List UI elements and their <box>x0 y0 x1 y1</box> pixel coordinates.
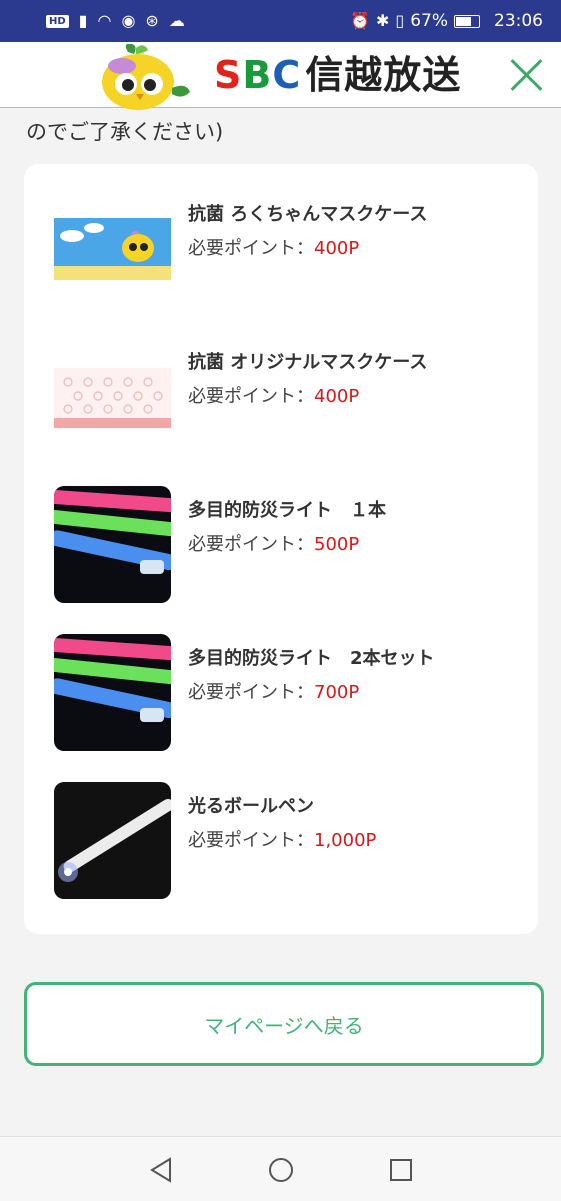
points-label: 必要ポイント： <box>188 386 314 407</box>
item-points: 必要ポイント：1,000P <box>188 826 376 852</box>
system-nav-bar <box>0 1136 561 1201</box>
app-header: SBC 信越放送 <box>0 42 561 110</box>
item-image <box>54 634 171 751</box>
item-name: 抗菌 オリジナルマスクケース <box>188 352 428 373</box>
signal-icon: ▮ <box>78 11 88 30</box>
item-points: 必要ポイント：700P <box>188 678 359 704</box>
item-name: 抗菌 ろくちゃんマスクケース <box>188 204 428 225</box>
item-image <box>54 486 171 603</box>
mascot-logo <box>102 44 190 110</box>
item-image <box>54 338 171 455</box>
notice-text: のでご了承ください) <box>26 120 224 144</box>
eye-icon: ◉ <box>121 11 136 30</box>
home-icon[interactable] <box>266 1155 296 1185</box>
points-label: 必要ポイント： <box>188 534 314 555</box>
back-to-mypage-button[interactable]: マイページへ戻る <box>24 982 544 1066</box>
points-value: 400P <box>314 386 360 407</box>
wifi-icon: ◠ <box>97 11 112 30</box>
item-image <box>54 782 171 899</box>
item-name: 多目的防災ライト 2本セット <box>188 648 435 669</box>
points-label: 必要ポイント： <box>188 830 314 851</box>
points-value: 1,000P <box>314 830 377 851</box>
vibrate-icon: ▯ <box>395 11 405 30</box>
list-item[interactable]: 抗菌 ろくちゃんマスクケース 必要ポイント：400P <box>24 164 538 312</box>
cloud-upload-icon: ☁ <box>168 11 185 30</box>
reward-list: 抗菌 ろくちゃんマスクケース 必要ポイント：400P 抗菌 オリジナルマスクケー… <box>24 164 538 934</box>
list-item[interactable]: 抗菌 オリジナルマスクケース 必要ポイント：400P <box>24 312 538 460</box>
sbc-logo: SBC 信越放送 <box>214 53 462 97</box>
points-value: 500P <box>314 534 360 555</box>
status-bar: HD ▮ ◠ ◉ ⊛ ☁ ⏰ ✱ ▯ 67% 23:06 <box>0 0 561 42</box>
list-item[interactable]: 多目的防災ライト １本 必要ポイント：500P <box>24 460 538 608</box>
clock: 23:06 <box>494 11 543 31</box>
points-label: 必要ポイント： <box>188 238 314 259</box>
item-name: 多目的防災ライト １本 <box>188 500 386 521</box>
back-icon[interactable] <box>146 1155 176 1185</box>
battery-icon <box>454 14 480 28</box>
recents-icon[interactable] <box>386 1155 416 1185</box>
item-name: 光るボールペン <box>188 796 314 817</box>
item-points: 必要ポイント：400P <box>188 234 359 260</box>
points-label: 必要ポイント： <box>188 682 314 703</box>
close-icon[interactable] <box>508 56 546 94</box>
battery-percent: 67% <box>410 11 448 31</box>
points-value: 700P <box>314 682 360 703</box>
hd-badge: HD <box>46 14 69 28</box>
list-item[interactable]: 多目的防災ライト 2本セット 必要ポイント：700P <box>24 608 538 756</box>
bluetooth-icon: ✱ <box>375 11 390 30</box>
points-value: 400P <box>314 238 360 259</box>
item-points: 必要ポイント：400P <box>188 382 359 408</box>
item-image <box>54 190 171 307</box>
item-points: 必要ポイント：500P <box>188 530 359 556</box>
list-item[interactable]: 光るボールペン 必要ポイント：1,000P <box>24 756 538 904</box>
alarm-icon: ⏰ <box>350 11 370 30</box>
accessibility-icon: ⊛ <box>145 11 159 30</box>
